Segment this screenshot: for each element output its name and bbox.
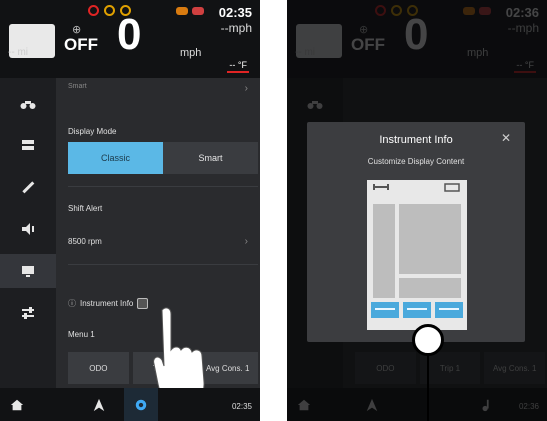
home-button[interactable] — [0, 388, 34, 421]
sidebar-item-connectivity[interactable] — [0, 170, 56, 204]
instrument-info-label: Instrument Info — [80, 299, 134, 308]
sidebar-item-vehicle[interactable] — [0, 86, 56, 120]
info-icon: ⓘ — [68, 299, 76, 308]
display-mode-label: Display Mode — [68, 127, 117, 136]
warning-icons-right — [176, 7, 204, 15]
tire-pressure-icon — [104, 5, 115, 16]
display-mode-classic-button[interactable]: Classic — [68, 142, 163, 174]
menu-label: Menu 1 — [68, 330, 95, 339]
engine-warning-icon — [88, 5, 99, 16]
speaker-icon — [22, 223, 34, 235]
home-icon — [10, 399, 24, 410]
divider — [68, 186, 258, 187]
instrument-info-dialog: Instrument Info ✕ Customize Display Cont… — [307, 122, 525, 342]
top-clock: 02:35 — [218, 5, 252, 20]
divider — [68, 264, 258, 265]
bottom-bar: 02:35 — [0, 388, 260, 421]
settings-button[interactable] — [124, 388, 158, 421]
odometer-readout: -- mi — [8, 47, 28, 58]
menu-cell-odo[interactable]: ODO — [68, 352, 129, 384]
sidebar-item-adjust[interactable] — [0, 296, 56, 330]
instrument-info-row: ⓘ Instrument Info — [68, 298, 149, 309]
range-readout: --mph — [220, 21, 252, 35]
speed-unit: mph — [180, 47, 202, 59]
dialog-subtitle: Customize Display Content — [367, 157, 465, 166]
sidebar-item-display[interactable] — [0, 128, 56, 162]
previous-setting-value: Smart — [68, 83, 87, 90]
oil-warning-icon — [176, 7, 188, 15]
sliders-icon — [22, 307, 34, 319]
motorcycle-icon — [20, 101, 36, 109]
display-layout-preview — [367, 180, 467, 330]
display-mode-toggle: Classic Smart — [68, 142, 258, 174]
bottom-clock: 02:35 — [231, 402, 252, 411]
gear-state: OFF — [64, 35, 98, 54]
navigation-button[interactable] — [82, 388, 116, 421]
dialog-title: Instrument Info — [379, 134, 453, 146]
temperature-readout: -- °F — [227, 60, 249, 73]
gear-icon — [135, 399, 147, 410]
right-dashboard-screen: 02:36 --mph ⊕ OFF 0 mph -- mi -- °F ODO … — [287, 0, 547, 421]
sidebar-item-sound[interactable] — [0, 212, 56, 246]
navigation-arrow-icon — [93, 398, 105, 411]
chevron-right-icon: › — [244, 83, 248, 94]
chevron-right-icon[interactable]: › — [245, 236, 248, 247]
layout-icon — [22, 140, 34, 150]
callout-marker — [412, 324, 444, 356]
settings-sidebar — [0, 78, 56, 388]
instrument-info-button[interactable] — [137, 298, 149, 309]
left-dashboard-screen: 02:35 --mph ⊕ OFF 0 mph -- mi -- °F Smar… — [0, 0, 260, 421]
battery-warning-icon — [192, 7, 204, 15]
display-mode-smart-button[interactable]: Smart — [163, 142, 258, 174]
close-icon[interactable]: ✕ — [501, 131, 511, 145]
shift-alert-value[interactable]: 8500 rpm — [68, 237, 102, 246]
speedometer-value: 0 — [117, 10, 142, 59]
wrench-icon — [22, 181, 35, 194]
shift-alert-label: Shift Alert — [68, 204, 103, 213]
sidebar-item-screen[interactable] — [0, 254, 56, 288]
monitor-icon — [22, 266, 34, 277]
